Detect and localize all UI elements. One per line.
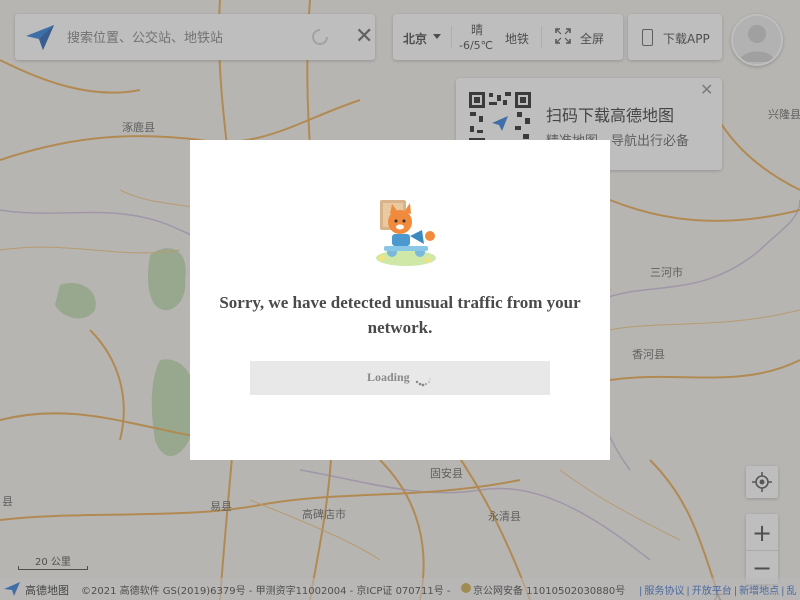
loading-label: Loading [367,370,410,384]
loading-spinner-icon [415,378,431,387]
fox-mascot-icon [376,200,436,266]
loading-bar: Loading [250,361,550,395]
unusual-traffic-dialog: Sorry, we have detected unusual traffic … [190,140,610,460]
unusual-traffic-message: Sorry, we have detected unusual traffic … [219,293,581,337]
